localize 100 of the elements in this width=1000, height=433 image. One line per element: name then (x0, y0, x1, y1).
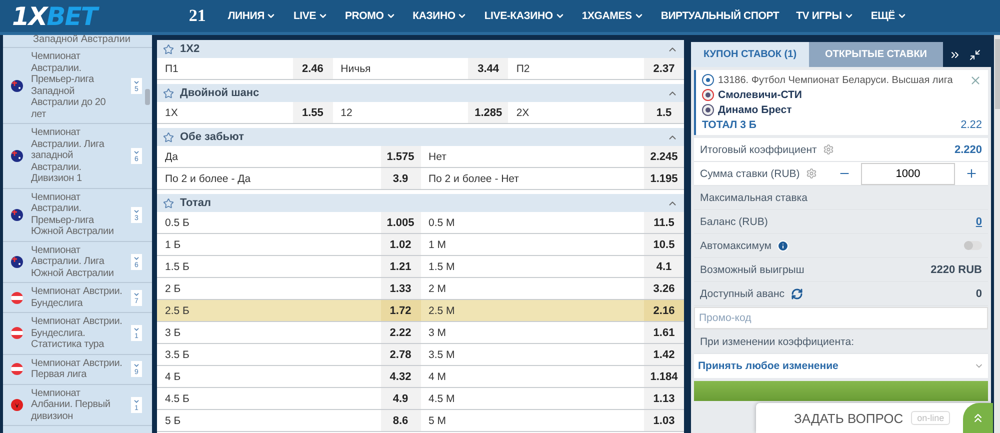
odds-button[interactable]: 2.16 (644, 300, 684, 321)
odds-button[interactable]: 2.22 (380, 322, 420, 343)
outcome-label[interactable]: 3 М (420, 322, 644, 343)
outcome-label[interactable]: 3 Б (157, 322, 380, 343)
market-header[interactable]: Двойной шанс (157, 84, 684, 102)
stake-input[interactable]: 1000 (861, 162, 955, 184)
nav-link[interactable]: КАЗИНО (412, 10, 468, 22)
odds-button[interactable]: 1.42 (644, 344, 684, 365)
odds-button[interactable]: 2.78 (380, 344, 420, 365)
outcome-label[interactable]: 4.5 Б (157, 388, 380, 409)
outcome-label[interactable]: 4 М (420, 366, 644, 387)
logo[interactable]: 1XBET (12, 2, 97, 30)
odds-button[interactable]: 4.32 (380, 366, 420, 387)
settings-icon[interactable] (822, 144, 834, 155)
odds-button[interactable]: 1.55 (292, 102, 333, 123)
outcome-label[interactable]: 4.5 М (420, 388, 644, 409)
odds-button[interactable]: 1.13 (644, 388, 684, 409)
odds-button[interactable]: 2.245 (644, 146, 684, 167)
nav-link[interactable]: PROMO (345, 10, 396, 22)
odds-button[interactable]: 3.26 (644, 278, 684, 299)
odds-button[interactable]: 1.21 (380, 256, 420, 277)
nav-link[interactable]: LIVE-КАЗИНО (484, 10, 565, 22)
odds-button[interactable]: 1.195 (644, 168, 684, 189)
odds-button[interactable]: 1.33 (380, 278, 420, 299)
outcome-label[interactable]: П1 (157, 58, 293, 79)
nav-link[interactable]: ЛИНИЯ (228, 10, 276, 22)
market-header[interactable]: 1X2 (157, 40, 684, 58)
chevrons-up-icon[interactable] (963, 403, 993, 433)
outcome-label[interactable]: По 2 и более - Нет (420, 168, 644, 189)
outcome-label[interactable]: 0.5 М (420, 212, 644, 233)
outcome-label[interactable]: 5 Б (157, 410, 380, 431)
outcome-label[interactable]: 2X (508, 102, 644, 123)
nav-link[interactable]: ВИРТУАЛЬНЫЙ СПОРТ (660, 10, 780, 22)
outcome-label[interactable]: 3.5 Б (157, 344, 380, 365)
outcome-label[interactable]: 12 (332, 102, 468, 123)
star-icon[interactable] (163, 88, 174, 98)
outcome-label[interactable]: 1 М (420, 234, 644, 255)
star-icon[interactable] (163, 44, 174, 54)
outcome-label[interactable]: 2.5 М (420, 300, 644, 321)
outcome-label[interactable]: 2 Б (157, 278, 380, 299)
outcome-label[interactable]: По 2 и более - Да (157, 168, 380, 189)
outcome-label[interactable]: 2.5 Б (157, 300, 380, 321)
odds-button[interactable]: 8.6 (380, 410, 420, 431)
league-name[interactable]: Чемпионат Австрии. Первая лига (31, 358, 123, 380)
nav-link[interactable]: TV ИГРЫ (796, 10, 854, 22)
outcome-label[interactable]: 2 М (420, 278, 644, 299)
outcome-label[interactable]: Ничья (332, 58, 468, 79)
star-icon[interactable] (163, 132, 174, 142)
odds-button[interactable]: 3.44 (468, 58, 508, 79)
nav-link[interactable]: LIVE (293, 10, 328, 22)
toggle-switch[interactable] (964, 241, 982, 250)
outcome-label[interactable]: Да (157, 146, 380, 167)
league-name[interactable]: Чемпионат Австралии. Премьер-лига Западной Австралии до 20 лет (31, 51, 123, 120)
minimize-icon[interactable] (969, 48, 981, 60)
outcome-label[interactable]: 4 Б (157, 366, 380, 387)
odds-button[interactable]: 1.61 (644, 322, 684, 343)
league-name[interactable]: Чемпионат Австрии. Бундеслига (31, 286, 123, 309)
balance-link[interactable]: 0 (976, 216, 982, 228)
outcome-label[interactable]: 1 Б (157, 234, 380, 255)
odds-button[interactable]: 4.9 (380, 388, 420, 409)
odds-button[interactable]: 1.285 (468, 102, 508, 123)
close-icon[interactable] (969, 74, 982, 87)
odds-button[interactable]: 3.9 (380, 168, 420, 189)
league-name[interactable]: Чемпионат Австралии. Лига западной Австралии. Дивизион 1 (31, 127, 123, 184)
outcome-label[interactable]: П2 (508, 58, 644, 79)
odds-button[interactable]: 2.37 (644, 58, 684, 79)
outcome-label[interactable]: 1.5 Б (157, 256, 380, 277)
odds-button[interactable]: 4.1 (644, 256, 684, 277)
outcome-label[interactable]: 1X (157, 102, 293, 123)
coupon-tab[interactable]: КУПОН СТАВОК (1) (691, 42, 809, 67)
nav-link[interactable]: 1XGAMES (582, 10, 644, 22)
league-name[interactable]: Чемпионат Австрии. Бундеслига. Статистика тура (31, 316, 123, 350)
odds-button[interactable]: 2.46 (292, 58, 333, 79)
outcome-label[interactable]: Нет (420, 146, 644, 167)
star-icon[interactable] (163, 198, 174, 208)
odds-button[interactable]: 1.03 (644, 410, 684, 431)
odds-button[interactable]: 1.72 (380, 300, 420, 321)
market-header[interactable]: Обе забьют (157, 128, 684, 146)
info-icon[interactable] (777, 240, 790, 252)
odds-button[interactable]: 10.5 (644, 234, 684, 255)
outcome-label[interactable]: 3.5 М (420, 344, 644, 365)
refresh-icon[interactable] (790, 288, 802, 300)
nav-link[interactable]: ЕЩЁ (870, 10, 907, 22)
league-name[interactable]: Чемпионат Австралии. Лига Южной Австралии (31, 244, 123, 279)
odds-button[interactable]: 1.02 (380, 234, 420, 255)
league-name[interactable]: Чемпионат Албании. Первый дивизион (31, 388, 123, 422)
odds-button[interactable]: 1.184 (644, 366, 684, 387)
odds-button[interactable]: 1.005 (380, 212, 420, 233)
outcome-label[interactable]: 1.5 М (420, 256, 644, 277)
odds-change-dropdown[interactable]: Принять любое изменение (694, 354, 988, 378)
settings-icon[interactable] (806, 168, 817, 179)
anniversary-badge[interactable]: 21 (188, 6, 206, 26)
ask-question-popup[interactable]: ЗАДАТЬ ВОПРОС on-line (756, 403, 993, 433)
outcome-label[interactable]: 0.5 Б (157, 212, 380, 233)
market-header[interactable]: Тотал (157, 194, 684, 212)
promo-code-field[interactable]: Промо-код (694, 306, 988, 328)
odds-button[interactable]: 1.575 (380, 146, 420, 167)
scrollbar-thumb[interactable] (145, 89, 150, 105)
outcome-label[interactable]: 5 М (420, 410, 644, 431)
odds-button[interactable]: 11.5 (644, 212, 684, 233)
